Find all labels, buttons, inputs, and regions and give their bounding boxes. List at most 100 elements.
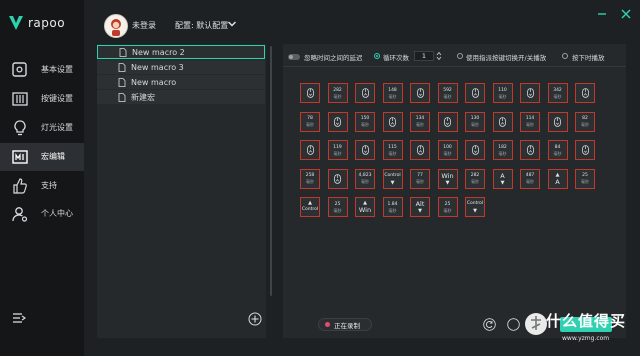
sidebar-item-key-settings[interactable]: 按键设置 bbox=[0, 85, 84, 113]
mouse-up-step[interactable] bbox=[575, 83, 595, 103]
avatar[interactable] bbox=[104, 14, 128, 38]
divider bbox=[283, 66, 626, 67]
mouse-down-step[interactable] bbox=[520, 83, 540, 103]
macro-list-item[interactable]: New macro bbox=[97, 75, 265, 89]
mouse-down-icon bbox=[444, 116, 451, 127]
sidebar-item-lighting-settings[interactable]: 灯光设置 bbox=[0, 114, 84, 142]
key-up-step[interactable]: ▲ Win bbox=[355, 197, 375, 217]
delay-step[interactable]: 77 毫秒 bbox=[410, 168, 430, 189]
delay-step[interactable]: 592 毫秒 bbox=[437, 83, 458, 103]
sidebar-item-macro-editor[interactable]: 宏编辑 bbox=[0, 143, 84, 171]
key-down-step[interactable]: A ▼ bbox=[492, 168, 513, 189]
delay-step[interactable]: 100 毫秒 bbox=[437, 140, 458, 160]
delay-unit: 毫秒 bbox=[526, 179, 534, 184]
delay-step[interactable]: 84 毫秒 bbox=[547, 140, 568, 160]
delay-step[interactable]: 110 毫秒 bbox=[492, 83, 513, 103]
delay-step[interactable]: 4,823 毫秒 bbox=[355, 168, 375, 189]
delay-step[interactable]: 182 毫秒 bbox=[492, 140, 513, 160]
macro-editor-icon bbox=[12, 150, 28, 164]
macro-list-item[interactable]: 新建宏 bbox=[97, 90, 265, 104]
delay-step[interactable]: 114 毫秒 bbox=[520, 111, 540, 132]
login-status[interactable]: 未登录 bbox=[132, 20, 156, 31]
key-label: A bbox=[500, 171, 505, 180]
sidebar: rapoo 基本设置 按键设置 灯光设置 宏编辑 支持 个人中心 bbox=[0, 0, 84, 356]
key-down-step[interactable]: Win ▼ bbox=[437, 168, 458, 189]
mouse-up-step[interactable] bbox=[355, 83, 375, 103]
mouse-down-step[interactable] bbox=[300, 83, 320, 103]
delay-step[interactable]: 487 毫秒 bbox=[520, 168, 540, 189]
chevron-down-icon[interactable] bbox=[227, 19, 237, 29]
loop-count-input[interactable]: 1 bbox=[414, 51, 434, 61]
mouse-down-step[interactable] bbox=[437, 111, 458, 132]
delay-step[interactable]: 342 毫秒 bbox=[547, 83, 568, 103]
ignore-delay-label: 忽略时间之间的延迟 bbox=[304, 54, 363, 62]
mouse-up-icon bbox=[526, 145, 534, 155]
delay-step[interactable]: 134 毫秒 bbox=[410, 111, 430, 132]
sidebar-item-personal-center[interactable]: 个人中心 bbox=[0, 200, 84, 228]
mouse-up-step[interactable] bbox=[300, 140, 320, 160]
sidebar-item-basic-settings[interactable]: 基本设置 bbox=[0, 56, 84, 84]
delay-step[interactable]: 78 毫秒 bbox=[300, 111, 320, 132]
mouse-down-step[interactable] bbox=[465, 140, 485, 160]
delay-unit: 毫秒 bbox=[471, 122, 479, 127]
loop-count-radio[interactable] bbox=[374, 53, 380, 59]
mouse-up-icon bbox=[334, 173, 341, 184]
delay-step[interactable]: 148 毫秒 bbox=[382, 83, 403, 103]
delay-step[interactable]: 282 毫秒 bbox=[327, 83, 348, 103]
delay-unit: 毫秒 bbox=[306, 179, 314, 184]
hold-playback-radio[interactable] bbox=[562, 53, 568, 59]
toggle-playback-radio[interactable] bbox=[457, 53, 463, 59]
mouse-down-step[interactable] bbox=[410, 83, 430, 103]
mouse-up-step[interactable] bbox=[382, 111, 403, 132]
key-down-step[interactable]: Control ▼ bbox=[465, 197, 485, 217]
mouse-up-step[interactable] bbox=[410, 140, 430, 160]
sidebar-item-support[interactable]: 支持 bbox=[0, 172, 84, 200]
macro-list-item[interactable]: New macro 3 bbox=[97, 60, 265, 74]
ignore-delay-toggle[interactable] bbox=[288, 54, 300, 60]
key-down-step[interactable]: Control ▼ bbox=[382, 168, 403, 189]
delay-step[interactable]: 25 毫秒 bbox=[437, 197, 458, 217]
delay-step[interactable]: 150 毫秒 bbox=[355, 111, 375, 132]
mouse-down-icon bbox=[526, 88, 534, 98]
refresh-icon[interactable] bbox=[483, 318, 496, 331]
delay-step[interactable]: 25 毫秒 bbox=[575, 168, 595, 189]
redo-icon[interactable] bbox=[507, 318, 520, 331]
sidebar-item-label: 按键设置 bbox=[41, 94, 73, 103]
mouse-down-step[interactable] bbox=[575, 140, 595, 160]
key-label: Control bbox=[384, 172, 401, 178]
delay-step[interactable]: 82 毫秒 bbox=[575, 111, 595, 132]
user-settings-icon bbox=[12, 207, 28, 222]
recording-button[interactable]: 正在录制 bbox=[318, 318, 372, 331]
delay-step[interactable]: 282 毫秒 bbox=[465, 168, 485, 189]
mouse-up-icon bbox=[581, 88, 589, 98]
mouse-up-step[interactable] bbox=[520, 140, 540, 160]
mouse-down-step[interactable] bbox=[327, 111, 348, 132]
mouse-down-step[interactable] bbox=[547, 111, 568, 132]
minimize-icon[interactable] bbox=[596, 8, 608, 20]
delay-step[interactable]: 119 毫秒 bbox=[327, 140, 348, 160]
mouse-up-icon bbox=[389, 116, 396, 127]
delay-step[interactable]: 115 毫秒 bbox=[382, 140, 403, 160]
macro-name: New macro 2 bbox=[132, 47, 185, 57]
menu-collapse-icon[interactable] bbox=[12, 311, 26, 325]
delay-step[interactable]: 1.84 毫秒 bbox=[382, 197, 403, 217]
add-circle-icon[interactable] bbox=[248, 312, 262, 326]
stepper-arrows-icon[interactable] bbox=[436, 51, 442, 61]
delay-unit: 毫秒 bbox=[333, 207, 342, 213]
macro-list-item[interactable]: New macro 2 bbox=[97, 45, 265, 59]
key-down-step[interactable]: Alt ▼ bbox=[410, 197, 430, 217]
key-up-step[interactable]: ▲ Control bbox=[300, 197, 320, 217]
delay-step[interactable]: 25 毫秒 bbox=[327, 197, 348, 217]
delay-step[interactable]: 130 毫秒 bbox=[465, 111, 485, 132]
close-icon[interactable] bbox=[620, 8, 632, 20]
mouse-down-step[interactable] bbox=[355, 140, 375, 160]
profile-config-label[interactable]: 配置: 默认配置 bbox=[175, 20, 228, 31]
mouse-up-step[interactable] bbox=[327, 168, 348, 189]
delay-step[interactable]: 258 毫秒 bbox=[300, 168, 320, 189]
macro-list-scrollbar[interactable] bbox=[270, 46, 272, 296]
delay-unit: 毫秒 bbox=[306, 122, 314, 127]
mouse-up-step[interactable] bbox=[492, 111, 513, 132]
mouse-up-step[interactable] bbox=[465, 83, 485, 103]
key-up-step[interactable]: ▲ A bbox=[547, 168, 568, 189]
mouse-down-icon bbox=[471, 145, 479, 155]
